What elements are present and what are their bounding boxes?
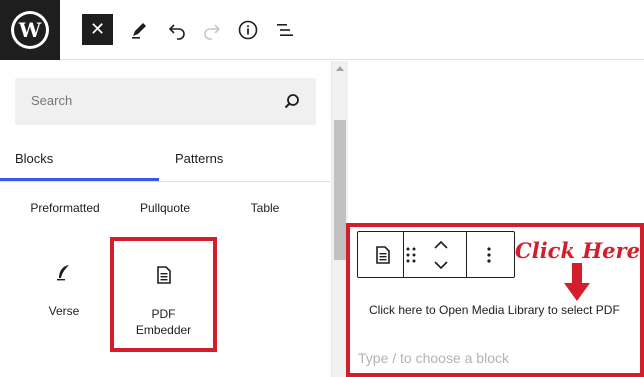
search-icon[interactable] [281, 91, 303, 113]
wordpress-logo-button[interactable]: W [0, 0, 60, 60]
tab-blocks[interactable]: Blocks [0, 140, 159, 182]
block-pdf-label-line1: PDF [151, 307, 176, 321]
toolbar-divider [466, 232, 467, 277]
block-pullquote[interactable]: Pullquote [118, 201, 212, 215]
scrollbar-thumb[interactable] [334, 120, 346, 260]
active-tab-indicator [0, 178, 159, 181]
document-icon[interactable] [374, 246, 392, 264]
tab-patterns[interactable]: Patterns [159, 140, 299, 182]
document-outline-icon[interactable] [273, 18, 297, 42]
inserter-tabs: Blocks Patterns [0, 140, 330, 182]
tab-patterns-label: Patterns [175, 151, 224, 166]
feather-icon [57, 265, 69, 281]
info-icon[interactable] [236, 18, 260, 42]
tab-blocks-label: Blocks [15, 151, 54, 166]
more-options-icon[interactable] [486, 246, 492, 264]
down-arrow-icon [564, 263, 590, 301]
redo-icon[interactable] [200, 18, 224, 42]
wordpress-logo-letter: W [18, 18, 42, 42]
pen-icon[interactable] [127, 18, 151, 42]
search-placeholder: Search [31, 93, 73, 108]
block-pdf-embedder[interactable]: PDF Embedder [110, 237, 217, 352]
top-toolbar: W ✕ [0, 0, 644, 60]
block-pdf-label-line2: Embedder [135, 323, 192, 337]
close-inserter-button[interactable]: ✕ [82, 14, 113, 45]
block-preformatted[interactable]: Preformatted [18, 201, 112, 215]
document-icon [157, 266, 171, 284]
drag-handle-icon[interactable] [404, 246, 418, 264]
move-up-down-icon[interactable] [431, 236, 451, 274]
block-verse[interactable]: Verse [22, 255, 106, 335]
block-verse-label: Verse [48, 304, 80, 318]
wordpress-logo-icon: W [11, 11, 49, 49]
close-icon: ✕ [89, 19, 106, 39]
click-here-annotation: Click Here [515, 238, 640, 263]
block-toolbar [357, 231, 515, 278]
search-input[interactable]: Search [15, 78, 316, 125]
scroll-up-arrow-icon[interactable] [336, 66, 344, 71]
open-media-library-link[interactable]: Click here to Open Media Library to sele… [369, 303, 620, 317]
undo-icon[interactable] [165, 18, 189, 42]
block-placeholder[interactable]: Type / to choose a block [358, 350, 509, 366]
block-table[interactable]: Table [218, 201, 312, 215]
